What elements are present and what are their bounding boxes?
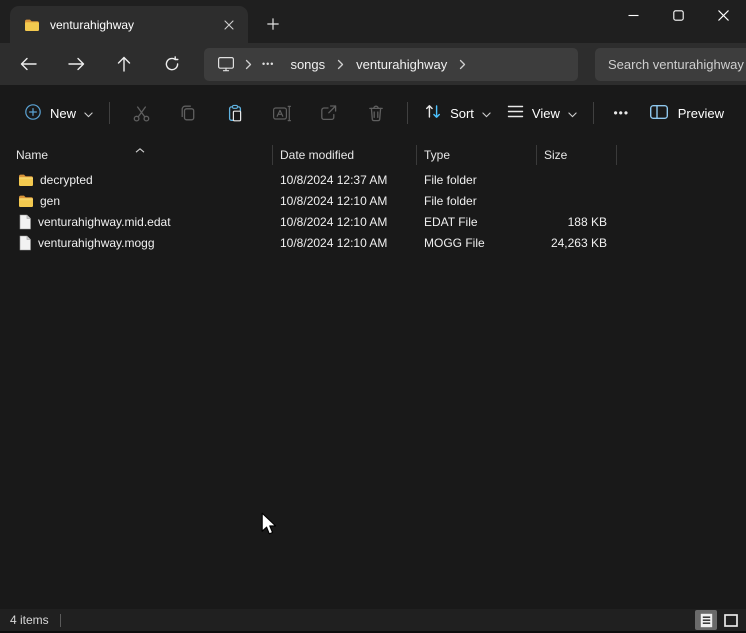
chevron-down-icon (84, 106, 93, 121)
new-button[interactable]: New (16, 95, 101, 131)
status-divider (59, 613, 61, 627)
command-bar: New Sort View ••• Preview (0, 85, 746, 141)
file-list: decrypted 10/8/2024 12:37 AM File folder… (0, 169, 746, 253)
column-header-date-modified[interactable]: Date modified (273, 145, 417, 165)
new-button-label: New (50, 105, 77, 121)
new-plus-icon (24, 103, 42, 124)
tab-title: venturahighway (50, 17, 135, 32)
folder-icon (18, 193, 34, 209)
file-date: 10/8/2024 12:10 AM (280, 193, 388, 208)
address-bar[interactable]: ••• songs venturahighway (204, 47, 578, 81)
this-pc-icon[interactable] (210, 51, 242, 77)
file-name: venturahighway.mid.edat (38, 214, 171, 229)
navigation-bar: ••• songs venturahighway Search venturah… (0, 43, 746, 85)
view-lines-icon (507, 105, 524, 121)
file-name-cell: decrypted (0, 172, 273, 188)
title-bar: venturahighway (0, 0, 746, 43)
file-icon (18, 214, 32, 230)
share-icon[interactable] (309, 95, 348, 131)
file-row[interactable]: gen 10/8/2024 12:10 AM File folder (0, 190, 746, 211)
file-row[interactable]: venturahighway.mogg 10/8/2024 12:10 AM M… (0, 232, 746, 253)
preview-button-label: Preview (677, 105, 724, 121)
paste-icon[interactable] (216, 95, 255, 131)
file-name-cell: venturahighway.mogg (0, 235, 273, 251)
file-name: venturahighway.mogg (38, 235, 155, 250)
chevron-right-icon[interactable] (456, 59, 469, 70)
file-size: 24,263 KB (550, 235, 607, 250)
sort-ascending-caret-icon (135, 142, 145, 156)
delete-icon[interactable] (356, 95, 395, 131)
column-headers: Name Date modified Type Size (0, 141, 746, 169)
chevron-right-icon[interactable] (242, 59, 255, 70)
chevron-down-icon (568, 106, 577, 121)
folder-icon (18, 172, 34, 188)
column-header-size[interactable]: Size (537, 145, 617, 165)
copy-icon[interactable] (169, 95, 208, 131)
forward-icon[interactable] (56, 47, 96, 81)
item-count: 4 items (10, 613, 49, 627)
minimize-icon[interactable] (611, 0, 656, 31)
file-date: 10/8/2024 12:10 AM (280, 214, 388, 229)
breadcrumb-songs[interactable]: songs (281, 51, 334, 77)
file-icon (18, 235, 32, 251)
file-date: 10/8/2024 12:10 AM (280, 235, 388, 250)
toolbar-divider (592, 102, 594, 124)
preview-button[interactable]: Preview (641, 95, 732, 131)
status-bar: 4 items (0, 609, 746, 631)
cut-icon[interactable] (122, 95, 161, 131)
file-type: File folder (424, 193, 477, 208)
chevron-down-icon (482, 106, 491, 121)
toolbar-divider (109, 102, 111, 124)
tab-close-icon[interactable] (216, 12, 242, 38)
sort-button[interactable]: Sort (416, 95, 499, 131)
file-size: 188 KB (567, 214, 607, 229)
file-name: gen (40, 193, 61, 208)
file-type: File folder (424, 172, 477, 187)
explorer-tab[interactable]: venturahighway (10, 6, 248, 43)
column-header-spacer (617, 145, 746, 165)
up-icon[interactable] (104, 47, 144, 81)
rename-icon[interactable] (263, 95, 302, 131)
file-name-cell: venturahighway.mid.edat (0, 214, 273, 230)
window-controls (611, 0, 746, 31)
details-view-icon[interactable] (695, 610, 717, 630)
view-button[interactable]: View (499, 95, 585, 131)
view-toggles (695, 610, 742, 630)
file-type: EDAT File (424, 214, 478, 229)
folder-icon (24, 17, 40, 33)
file-name: decrypted (40, 172, 93, 187)
column-header-type[interactable]: Type (417, 145, 537, 165)
file-row[interactable]: decrypted 10/8/2024 12:37 AM File folder (0, 169, 746, 190)
breadcrumb-venturahighway[interactable]: venturahighway (347, 51, 456, 77)
close-icon[interactable] (701, 0, 746, 31)
file-type: MOGG File (424, 235, 485, 250)
sort-arrows-icon (424, 103, 442, 123)
large-icons-view-icon[interactable] (720, 610, 742, 630)
see-more-icon[interactable]: ••• (602, 95, 641, 131)
file-row[interactable]: venturahighway.mid.edat 10/8/2024 12:10 … (0, 211, 746, 232)
preview-pane-icon (649, 104, 669, 123)
chevron-right-icon[interactable] (334, 59, 347, 70)
back-icon[interactable] (8, 47, 48, 81)
file-date: 10/8/2024 12:37 AM (280, 172, 388, 187)
maximize-icon[interactable] (656, 0, 701, 31)
search-input[interactable]: Search venturahighway (595, 47, 746, 81)
file-explorer-window: venturahighway ••• songs venturahighway … (0, 0, 746, 633)
refresh-icon[interactable] (152, 47, 192, 81)
new-tab-icon[interactable] (258, 9, 288, 39)
empty-area (0, 253, 746, 609)
toolbar-divider (407, 102, 409, 124)
sort-button-label: Sort (450, 105, 474, 121)
view-button-label: View (531, 105, 560, 121)
breadcrumb-overflow-icon[interactable]: ••• (255, 51, 281, 77)
file-name-cell: gen (0, 193, 273, 209)
